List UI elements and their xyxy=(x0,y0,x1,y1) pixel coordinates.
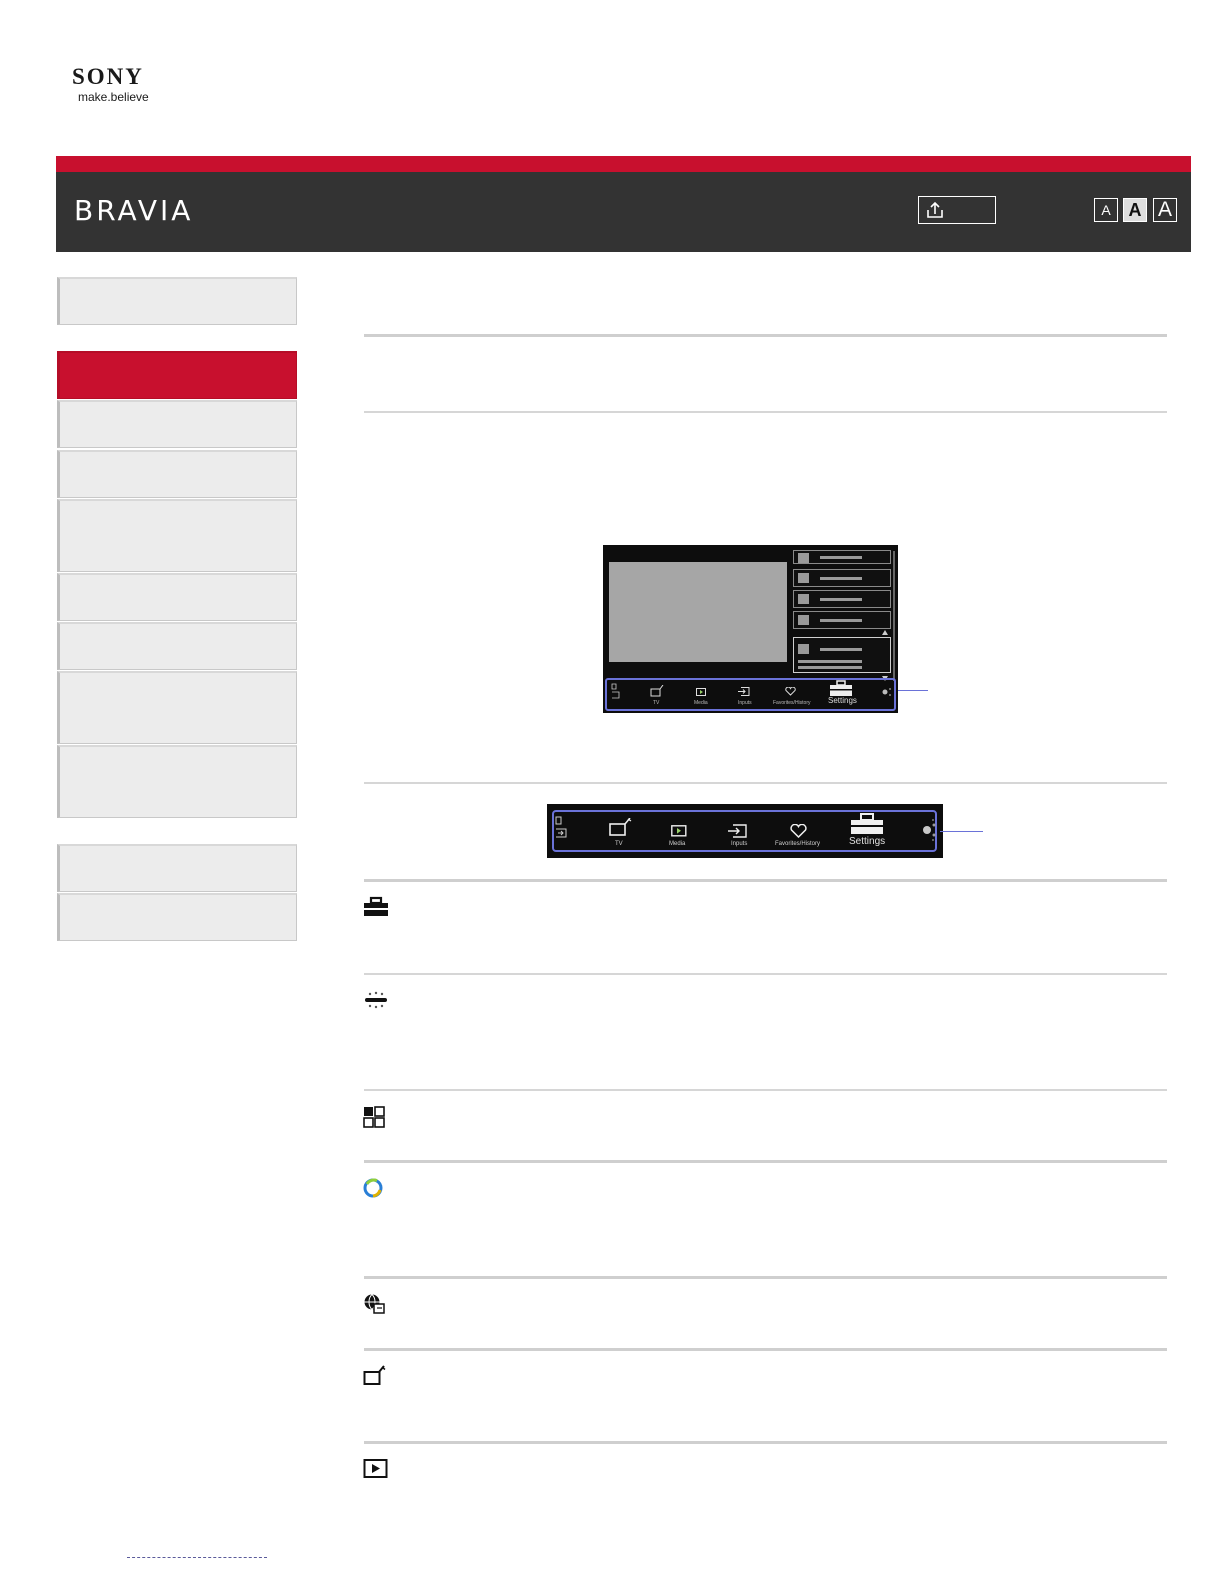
menu-label-tv: TV xyxy=(615,841,623,847)
header-accent-band xyxy=(56,156,1191,172)
tv-icon xyxy=(609,818,632,836)
section-divider xyxy=(364,1276,1167,1279)
font-size-small-button[interactable]: A xyxy=(1094,198,1118,222)
sidebar-item-8[interactable] xyxy=(57,671,297,744)
settings-toolbox-icon xyxy=(851,813,883,834)
bar-label-media: Media xyxy=(694,700,708,706)
scrollbar xyxy=(893,551,895,681)
list-item xyxy=(793,611,891,629)
favorites-icon xyxy=(790,824,807,838)
sidebar-item-1[interactable] xyxy=(57,277,297,325)
connect-icon xyxy=(365,991,387,1009)
inputs-icon xyxy=(728,824,747,838)
settings-toolbox-icon xyxy=(364,896,388,916)
settings-toolbox-icon xyxy=(830,680,852,696)
menu-label-inputs: Inputs xyxy=(731,841,748,847)
section-divider xyxy=(364,1348,1167,1351)
sidebar-item-11[interactable] xyxy=(57,893,297,941)
list-item-selected xyxy=(793,637,891,673)
section-divider xyxy=(364,411,1167,413)
header-bar: BRAVIA A A A xyxy=(56,172,1191,252)
bar-label-settings: Settings xyxy=(828,696,857,705)
internet-icon xyxy=(364,1294,385,1314)
inputs-mini-icon xyxy=(555,816,567,838)
sidebar-item-3[interactable] xyxy=(57,400,297,448)
section-divider xyxy=(364,1089,1167,1091)
menu-label-settings: Settings xyxy=(849,836,886,847)
sidebar-item-9[interactable] xyxy=(57,745,297,818)
bar-label-favorites: Favorites/History xyxy=(773,700,811,706)
section-divider xyxy=(364,1441,1167,1444)
tv-icon xyxy=(363,1365,386,1385)
list-item xyxy=(793,550,891,564)
font-size-large-button[interactable]: A xyxy=(1153,198,1177,222)
favorites-icon xyxy=(785,687,796,696)
inputs-mini-icon xyxy=(611,683,620,699)
media-icon xyxy=(363,1459,388,1478)
menu-label-media: Media xyxy=(669,841,686,847)
connect-partial-icon xyxy=(923,819,936,841)
product-title: BRAVIA xyxy=(74,194,194,227)
apps-icon xyxy=(363,1106,385,1128)
list-item xyxy=(793,569,891,587)
sidebar-item-5[interactable] xyxy=(57,499,297,572)
media-icon xyxy=(696,688,706,696)
sidebar-item-4[interactable] xyxy=(57,450,297,498)
sidebar-item-10[interactable] xyxy=(57,844,297,892)
home-menu-screen-illustration: TV Media Inputs Favorites/History Settin… xyxy=(603,545,898,713)
share-button[interactable] xyxy=(918,196,996,224)
scroll-up-icon xyxy=(882,630,888,635)
sidebar-item-6[interactable] xyxy=(57,573,297,621)
video-preview-area xyxy=(609,562,787,662)
sony-logo: SONY make.believe xyxy=(72,64,149,104)
section-divider xyxy=(364,782,1167,784)
menu-label-favorites: Favorites/History xyxy=(775,841,821,847)
section-divider xyxy=(364,1160,1167,1163)
callout-line xyxy=(898,690,928,691)
footer-link-underline[interactable] xyxy=(127,1557,267,1559)
sidebar-item-2-active[interactable] xyxy=(57,351,297,399)
share-icon xyxy=(927,201,943,218)
brand-name: SONY xyxy=(72,64,144,89)
menu-bar-illustration: TV Media Inputs Favorites/History Settin… xyxy=(547,804,943,858)
bar-label-tv: TV xyxy=(653,700,660,706)
media-icon xyxy=(671,825,687,837)
tv-icon xyxy=(650,685,664,697)
inputs-icon xyxy=(738,687,750,696)
list-item xyxy=(793,590,891,608)
callout-line xyxy=(940,831,983,832)
font-size-medium-button[interactable]: A xyxy=(1123,198,1147,222)
section-divider xyxy=(364,973,1167,975)
bar-label-inputs: Inputs xyxy=(738,700,752,706)
section-divider xyxy=(364,879,1167,882)
title-divider xyxy=(364,334,1167,337)
sen-icon xyxy=(363,1178,383,1198)
brand-tagline: make.believe xyxy=(78,90,149,104)
sidebar-item-7[interactable] xyxy=(57,622,297,670)
connect-partial-icon xyxy=(882,688,891,696)
